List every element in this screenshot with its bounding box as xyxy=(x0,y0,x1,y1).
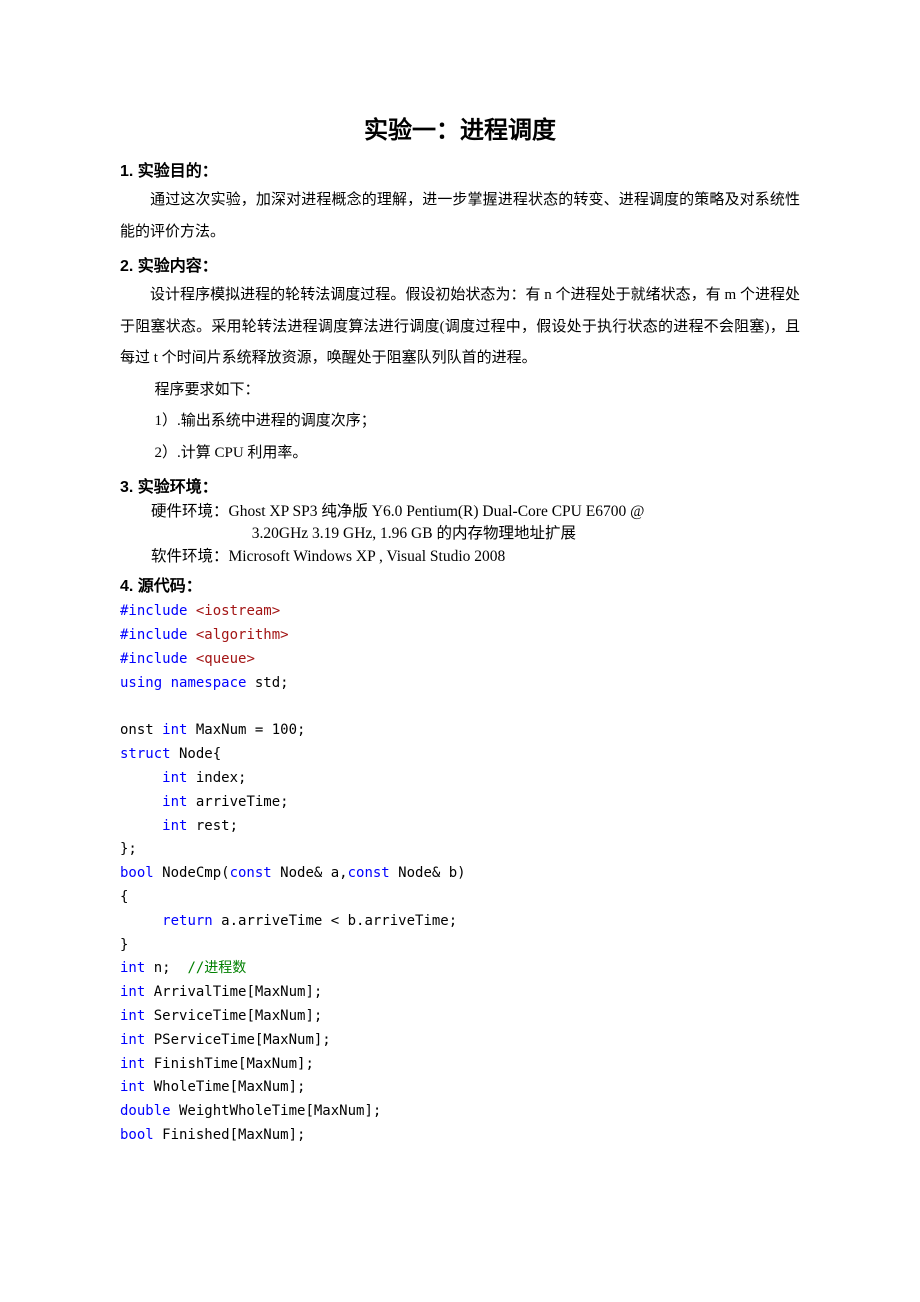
inc-iostream: <iostream> xyxy=(187,603,280,619)
kw-using: using xyxy=(120,675,162,691)
code-std: std; xyxy=(246,675,288,691)
kw-const: const xyxy=(348,865,390,881)
document-page: 实验一：进程调度 1. 实验目的： 通过这次实验，加深对进程概念的理解，进一步掌… xyxy=(0,0,920,1208)
env-hw1: 硬件环境：Ghost XP SP3 纯净版 Y6.0 Pentium(R) Du… xyxy=(151,501,800,523)
code-arrival: ArrivalTime[MaxNum]; xyxy=(145,984,322,1000)
code-finish: FinishTime[MaxNum]; xyxy=(145,1056,314,1072)
code-retline: a.arriveTime < b.arriveTime; xyxy=(213,913,457,929)
section-4-head: 4. 源代码： xyxy=(120,572,800,596)
section-2-body: 设计程序模拟进程的轮转法调度过程。假设初始状态为：有 n 个进程处于就绪状态，有… xyxy=(120,280,800,375)
code-onst: onst xyxy=(120,722,162,738)
kw-namespace: namespace xyxy=(171,675,247,691)
section-3-head: 3. 实验环境： xyxy=(120,473,800,497)
kw-int: int xyxy=(162,770,187,786)
code-nodeb: Node& b) xyxy=(390,865,466,881)
section-1-head: 1. 实验目的： xyxy=(120,157,800,181)
code-pservice: PServiceTime[MaxNum]; xyxy=(145,1032,330,1048)
kw-struct: struct xyxy=(120,746,171,762)
kw-int: int xyxy=(120,1056,145,1072)
code-finished: Finished[MaxNum]; xyxy=(154,1127,306,1143)
s1-p1: 通过这次实验，加深对进程概念的理解，进一步掌握进程状态的转变、进程调度的策略及对… xyxy=(120,192,800,240)
code-arr: arriveTime; xyxy=(187,794,288,810)
code-node: Node{ xyxy=(171,746,222,762)
kw-int: int xyxy=(162,722,187,738)
source-code: #include <iostream> #include <algorithm>… xyxy=(120,600,800,1147)
env-hw2: 3.20GHz 3.19 GHz, 1.96 GB 的内存物理地址扩展 xyxy=(252,523,800,545)
code-cbrace: } xyxy=(120,937,128,953)
kw-bool: bool xyxy=(120,1127,154,1143)
section-1-body: 通过这次实验，加深对进程概念的理解，进一步掌握进程状态的转变、进程调度的策略及对… xyxy=(120,185,800,248)
kw-int: int xyxy=(162,794,187,810)
page-title: 实验一：进程调度 xyxy=(120,110,800,145)
kw-return: return xyxy=(162,913,213,929)
code-maxnum: MaxNum = 100; xyxy=(187,722,305,738)
code-n: n; xyxy=(145,960,187,976)
code-whole: WholeTime[MaxNum]; xyxy=(145,1079,305,1095)
s2-p1: 设计程序模拟进程的轮转法调度过程。假设初始状态为：有 n 个进程处于就绪状态，有… xyxy=(120,287,800,366)
kw-int: int xyxy=(120,1032,145,1048)
kw-include: #include xyxy=(120,603,187,619)
kw-include: #include xyxy=(120,651,187,667)
kw-double: double xyxy=(120,1103,171,1119)
kw-bool: bool xyxy=(120,865,154,881)
code-service: ServiceTime[MaxNum]; xyxy=(145,1008,322,1024)
code-idx: index; xyxy=(187,770,246,786)
section-2-head: 2. 实验内容： xyxy=(120,252,800,276)
inc-queue: <queue> xyxy=(187,651,254,667)
code-nodecmp: NodeCmp( xyxy=(154,865,230,881)
s2-li2: 2）.计算 CPU 利用率。 xyxy=(120,438,800,470)
kw-int: int xyxy=(120,1079,145,1095)
s2-li1: 1）.输出系统中进程的调度次序； xyxy=(120,406,800,438)
inc-algorithm: <algorithm> xyxy=(187,627,288,643)
code-obrace: { xyxy=(120,889,128,905)
code-nodea: Node& a, xyxy=(272,865,348,881)
code-weight: WeightWholeTime[MaxNum]; xyxy=(171,1103,382,1119)
env-sw: 软件环境：Microsoft Windows XP , Visual Studi… xyxy=(151,546,800,568)
kw-int: int xyxy=(162,818,187,834)
kw-int: int xyxy=(120,984,145,1000)
kw-const: const xyxy=(230,865,272,881)
kw-include: #include xyxy=(120,627,187,643)
code-comment: //进程数 xyxy=(187,960,246,976)
kw-int: int xyxy=(120,960,145,976)
kw-int: int xyxy=(120,1008,145,1024)
s2-p2: 程序要求如下： xyxy=(120,375,800,407)
code-close: }; xyxy=(120,841,137,857)
code-rest: rest; xyxy=(187,818,238,834)
